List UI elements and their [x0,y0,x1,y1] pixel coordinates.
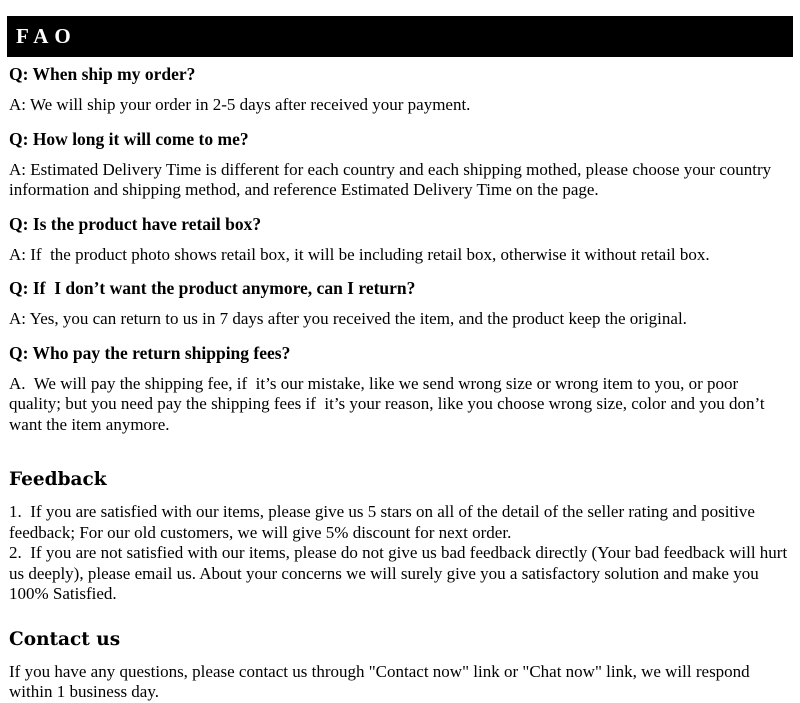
feedback-item-1: 1. If you are satisfied with our items, … [9,502,760,542]
feedback-item-2: 2. If you are not satisfied with our ite… [9,543,792,603]
faq-question: Q: How long it will come to me? [9,128,249,149]
contact-body: If you have any questions, please contac… [9,661,754,702]
feedback-heading: Feedback [9,469,107,490]
page-title: FAO [16,24,77,48]
faq-content: Q: When ship my order? A: We will ship y… [9,64,789,703]
faq-answer: A: If the product photo shows retail box… [9,244,710,264]
faq-item: Q: When ship my order? A: We will ship y… [9,64,789,116]
faq-answer: A: Estimated Delivery Time is different … [9,159,776,200]
faq-answer: A: Yes, you can return to us in 7 days a… [9,309,687,328]
faq-question: Q: Who pay the return shipping fees? [9,342,291,363]
faq-page: FAO Q: When ship my order? A: We will sh… [0,0,800,703]
feedback-section: Feedback 1. If you are satisfied with ou… [9,469,789,605]
faq-item: Q: How long it will come to me? A: Estim… [9,129,789,201]
contact-section: Contact us If you have any questions, pl… [9,629,789,703]
contact-heading: Contact us [9,628,121,650]
faq-item: Q: If I don’t want the product anymore, … [9,278,789,330]
faq-question: Q: If I don’t want the product anymore, … [9,278,416,298]
faq-question: Q: When ship my order? [9,64,196,84]
faq-header-bar: FAO [7,16,793,57]
faq-question: Q: Is the product have retail box? [9,213,262,234]
faq-answer: A: We will ship your order in 2-5 days a… [9,95,471,114]
faq-answer: A. We will pay the shipping fee, if it’s… [9,373,769,434]
faq-item: Q: Who pay the return shipping fees? A. … [9,343,789,436]
faq-item: Q: Is the product have retail box? A: If… [9,214,789,266]
